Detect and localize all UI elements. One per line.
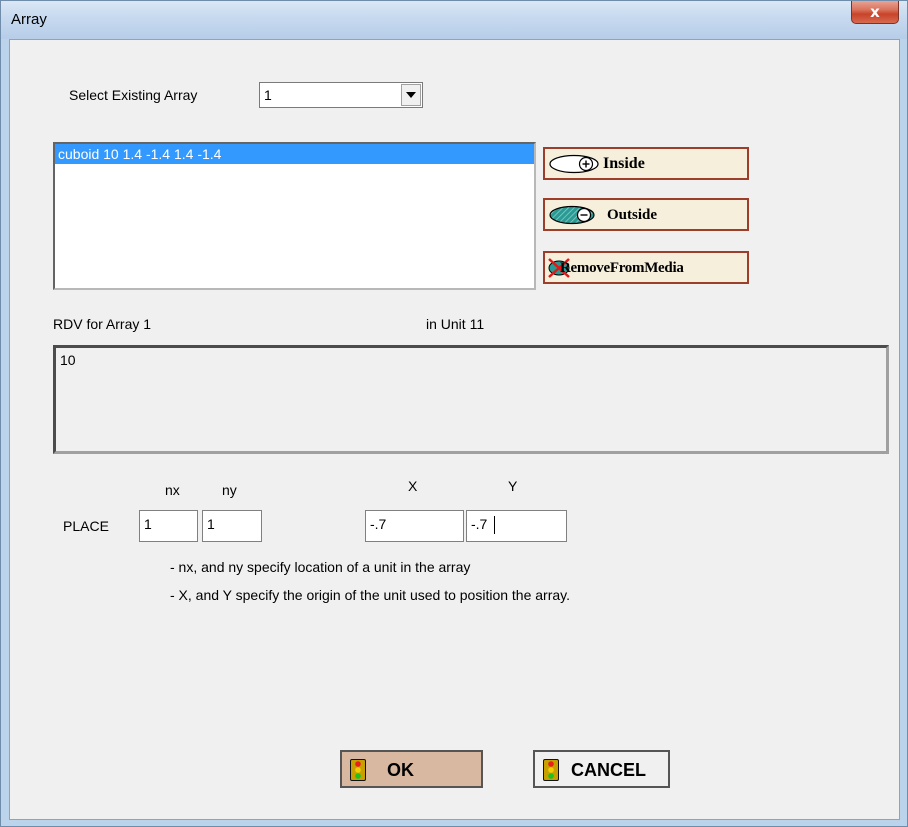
y-value: -.7 [471,516,488,532]
ny-field[interactable]: 1 [202,510,262,542]
text-caret [494,516,495,534]
outside-button[interactable]: Outside [543,198,749,231]
ny-header: ny [222,482,237,498]
y-field[interactable]: -.7 [466,510,567,542]
rdv-label: RDV for Array 1 [53,316,152,332]
ok-label: OK [387,760,414,780]
rdv-value: 10 [60,352,76,368]
outside-label: Outside [607,207,658,223]
nx-ny-note: - nx, and ny specify location of a unit … [170,559,471,575]
select-array-label: Select Existing Array [69,87,198,103]
x-header: X [408,478,418,494]
cancel-button[interactable]: CANCEL [533,750,670,788]
region-list[interactable]: cuboid 10 1.4 -1.4 1.4 -1.4 [53,142,536,290]
rdv-textbox[interactable]: 10 [53,345,889,454]
rdv-unit-label: in Unit 11 [426,316,485,332]
ny-value: 1 [207,516,215,532]
list-item[interactable]: cuboid 10 1.4 -1.4 1.4 -1.4 [55,144,534,164]
place-label: PLACE [63,518,109,534]
nx-value: 1 [144,516,152,532]
chevron-down-icon[interactable] [401,84,421,106]
ellipse-plus-icon [549,154,599,174]
x-y-note: - X, and Y specify the origin of the uni… [170,587,571,603]
select-array-dropdown[interactable]: 1 [259,82,423,108]
nx-header: nx [165,482,180,498]
title-bar[interactable]: Array x [1,1,907,39]
window-title: Array [11,11,47,28]
ellipse-minus-icon [549,205,595,225]
array-dialog: Array x Select Existing Array 1 cuboid 1… [0,0,908,827]
cancel-label: CANCEL [571,760,646,780]
nx-field[interactable]: 1 [139,510,198,542]
dialog-body: Select Existing Array 1 cuboid 10 1.4 -1… [9,39,900,820]
traffic-light-icon [543,759,559,781]
remove-from-media-button[interactable]: RemoveFromMedia [543,251,749,284]
y-header: Y [508,478,518,494]
traffic-light-icon [350,759,366,781]
select-array-value: 1 [264,87,272,103]
x-value: -.7 [370,516,387,532]
ok-button[interactable]: OK [340,750,483,788]
inside-button[interactable]: Inside [543,147,749,180]
list-item-text: cuboid 10 1.4 -1.4 1.4 -1.4 [58,146,222,162]
inside-label: Inside [603,155,645,172]
close-button[interactable]: x [851,1,899,24]
remove-from-media-label: RemoveFromMedia [560,260,684,276]
x-field[interactable]: -.7 [365,510,464,542]
